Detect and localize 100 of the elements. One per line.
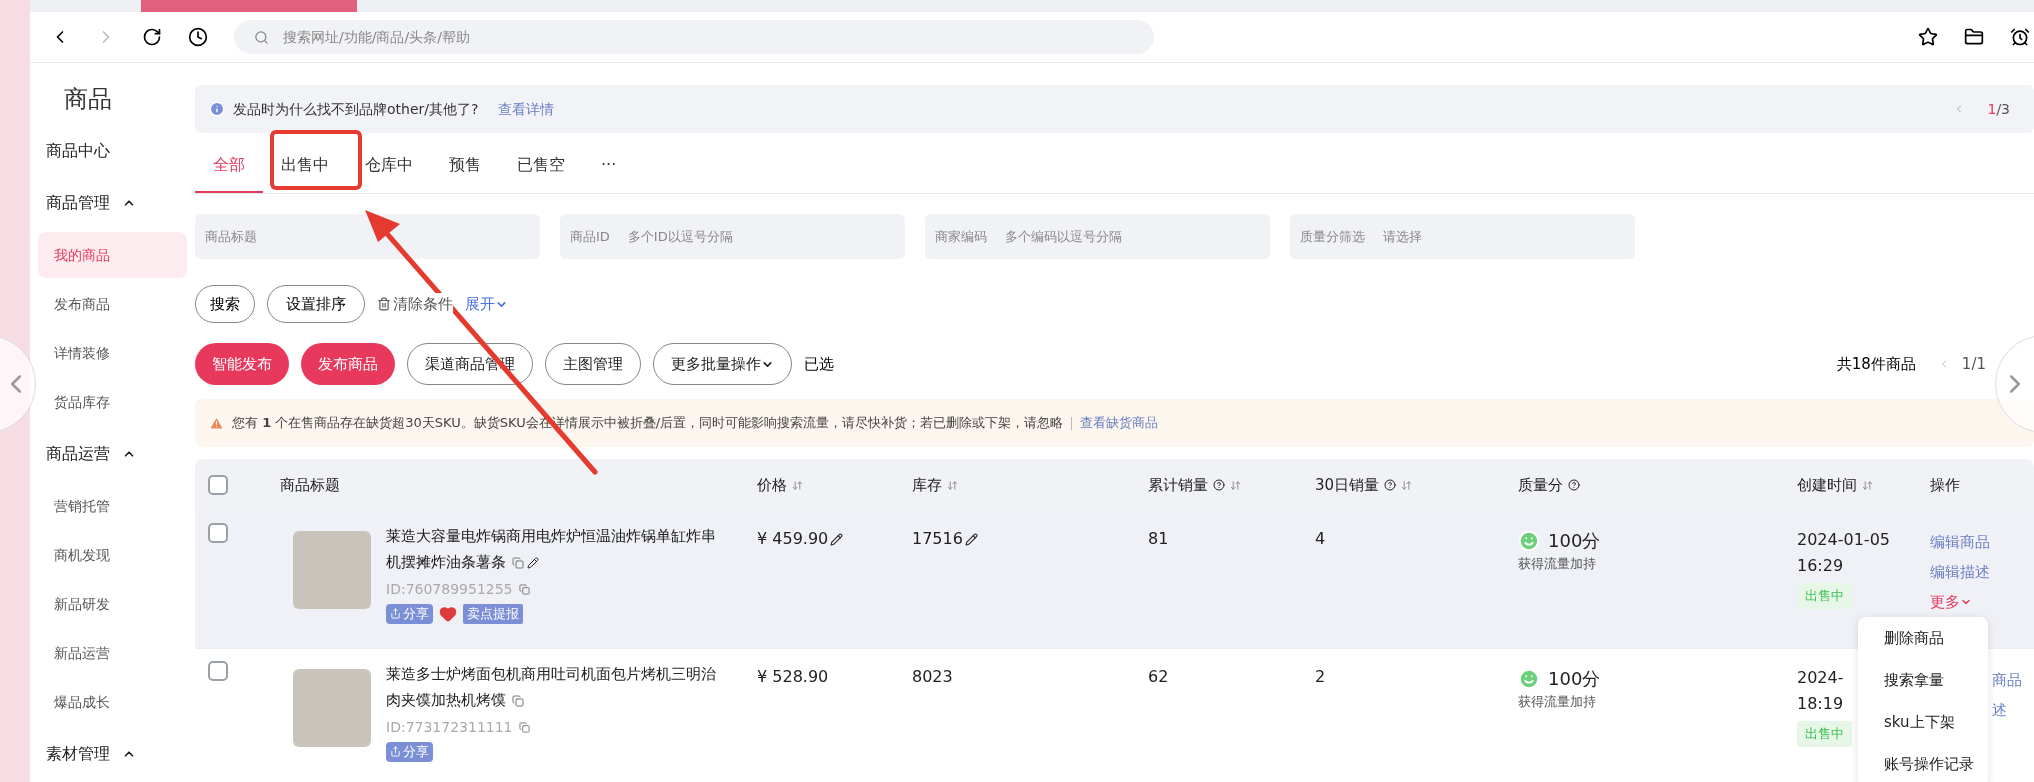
copy-icon[interactable] bbox=[512, 694, 524, 707]
sidebar-item[interactable]: 货品库存 bbox=[38, 379, 187, 425]
edit-icon[interactable] bbox=[964, 532, 978, 546]
created-time: 16:29 bbox=[1797, 555, 1844, 577]
menu-item[interactable]: 搜索拿量 bbox=[1884, 669, 1944, 711]
created-date: 2024-01-05 bbox=[1797, 529, 1890, 551]
operation-link[interactable]: 商品 bbox=[1992, 665, 2022, 695]
smile-icon bbox=[1518, 667, 1540, 690]
notice-page: 1/3 bbox=[1987, 99, 2010, 119]
quality-note: 获得流量加持 bbox=[1518, 555, 1597, 573]
help-icon[interactable] bbox=[1384, 479, 1397, 491]
total-sales: 62 bbox=[1148, 667, 1169, 686]
warning-icon bbox=[209, 415, 224, 431]
monthly-sales: 2 bbox=[1315, 667, 1326, 686]
notice-link[interactable]: 查看详情 bbox=[498, 98, 555, 120]
sidebar-group[interactable]: 商品管理 bbox=[30, 177, 195, 229]
menu-item[interactable]: 删除商品 bbox=[1884, 627, 1944, 669]
column-header[interactable]: 库存 bbox=[912, 473, 958, 497]
sidebar-item[interactable]: 新品运营 bbox=[38, 630, 187, 676]
sidebar-item[interactable]: 新品研发 bbox=[38, 581, 187, 627]
smile-icon bbox=[1518, 529, 1540, 552]
monthly-sales: 4 bbox=[1315, 529, 1326, 548]
tab[interactable]: 出售中 bbox=[263, 139, 347, 193]
sidebar-item[interactable]: 爆品成长 bbox=[38, 679, 187, 725]
column-header[interactable]: 价格 bbox=[757, 473, 803, 497]
sort-icon[interactable] bbox=[1862, 479, 1873, 491]
created-date: 2024- bbox=[1797, 667, 1844, 689]
column-header[interactable]: 30日销量 bbox=[1315, 473, 1413, 497]
quality-score: 100分 bbox=[1548, 667, 1601, 691]
copy-icon[interactable] bbox=[518, 584, 530, 595]
price: ¥ 459.90 bbox=[757, 527, 844, 551]
sort-icon[interactable] bbox=[947, 479, 958, 491]
total-sales: 81 bbox=[1148, 529, 1169, 548]
copy-icon[interactable] bbox=[518, 722, 530, 733]
product-id: ID:760789951255 bbox=[386, 580, 513, 599]
search-icon bbox=[254, 29, 269, 45]
list-page: 1/1 bbox=[1961, 353, 1986, 375]
stock: 17516 bbox=[912, 527, 978, 551]
sort-icon[interactable] bbox=[792, 479, 803, 491]
tab[interactable]: ··· bbox=[583, 139, 635, 193]
clear-button[interactable]: 清除条件 bbox=[377, 292, 453, 316]
operation-link[interactable]: 编辑商品 bbox=[1930, 527, 1990, 557]
quality-score: 100分 bbox=[1548, 529, 1601, 553]
checkbox[interactable] bbox=[208, 661, 228, 681]
price: ¥ 528.90 bbox=[757, 666, 829, 688]
star-icon[interactable] bbox=[1918, 27, 1938, 47]
share-icon bbox=[390, 746, 401, 758]
notice-text: 发品时为什么找不到品牌other/其他了? bbox=[233, 99, 479, 119]
column-header[interactable]: 创建时间 bbox=[1797, 473, 1873, 497]
selected-count: 已选 bbox=[804, 353, 834, 375]
tab[interactable]: 全部 bbox=[195, 139, 263, 193]
sidebar-item[interactable]: 详情装修 bbox=[38, 330, 187, 376]
total-count: 共18件商品 bbox=[1836, 353, 1916, 375]
alarm-icon[interactable] bbox=[2010, 27, 2030, 47]
action-button[interactable]: 发布商品 bbox=[301, 343, 395, 385]
trash-icon bbox=[377, 297, 391, 311]
sidebar-item[interactable]: 发布商品 bbox=[38, 281, 187, 327]
operation-link[interactable]: 述 bbox=[1992, 695, 2007, 725]
folder-icon[interactable] bbox=[1964, 27, 1984, 47]
sidebar-item[interactable]: 商品中心 bbox=[30, 125, 195, 177]
reload-icon[interactable] bbox=[142, 27, 162, 47]
tab[interactable]: 仓库中 bbox=[347, 139, 431, 193]
tab[interactable]: 预售 bbox=[431, 139, 499, 193]
share-icon bbox=[390, 608, 401, 620]
status-badge: 出售中 bbox=[1797, 583, 1852, 609]
expand-link[interactable]: 展开 bbox=[465, 292, 508, 316]
column-header: 商品标题 bbox=[280, 474, 340, 496]
created-time: 18:19 bbox=[1797, 693, 1844, 715]
menu-item[interactable]: sku上下架 bbox=[1884, 711, 1955, 753]
sort-icon[interactable] bbox=[1230, 479, 1241, 491]
sidebar-group[interactable]: 素材管理 bbox=[30, 728, 195, 780]
edit-icon[interactable] bbox=[527, 556, 539, 569]
sidebar-title: 商品 bbox=[63, 84, 113, 115]
sort-icon[interactable] bbox=[1401, 479, 1413, 491]
product-id: ID:773172311111 bbox=[386, 718, 513, 737]
operation-link[interactable]: 编辑描述 bbox=[1930, 557, 1990, 587]
column-header: 操作 bbox=[1930, 474, 1960, 496]
help-icon[interactable] bbox=[1213, 479, 1225, 491]
sidebar-item[interactable]: 商机发现 bbox=[38, 532, 187, 578]
sidebar-item[interactable]: 我的商品 bbox=[38, 232, 187, 278]
warning-link[interactable]: 查看缺货商品 bbox=[1080, 413, 1159, 433]
sidebar-group[interactable]: 商品运营 bbox=[30, 428, 195, 480]
menu-item[interactable]: 账号操作记录 bbox=[1884, 753, 1974, 782]
column-header: 质量分 bbox=[1518, 473, 1580, 497]
action-button[interactable]: 智能发布 bbox=[195, 343, 289, 385]
status-badge: 出售中 bbox=[1797, 721, 1852, 747]
product-title[interactable]: 莱造大容量电炸锅商用电炸炉恒温油炸锅单缸炸串机摆摊炸油条薯条 bbox=[386, 523, 716, 575]
product-title[interactable]: 莱造多士炉烤面包机商用吐司机面包片烤机三明治肉夹馍加热机烤馍 bbox=[386, 661, 716, 713]
sidebar-item[interactable]: 营销托管 bbox=[38, 483, 187, 529]
info-icon bbox=[209, 101, 225, 117]
checkbox[interactable] bbox=[208, 475, 228, 495]
edit-icon[interactable] bbox=[830, 532, 844, 546]
checkbox[interactable] bbox=[208, 523, 228, 543]
tab[interactable]: 已售空 bbox=[499, 139, 583, 193]
more-link[interactable]: 更多 bbox=[1930, 587, 1972, 617]
stock: 8023 bbox=[912, 666, 953, 688]
column-header[interactable]: 累计销量 bbox=[1148, 473, 1241, 497]
history-icon[interactable] bbox=[188, 27, 208, 47]
help-icon[interactable] bbox=[1568, 479, 1580, 491]
heart-icon bbox=[439, 604, 457, 623]
